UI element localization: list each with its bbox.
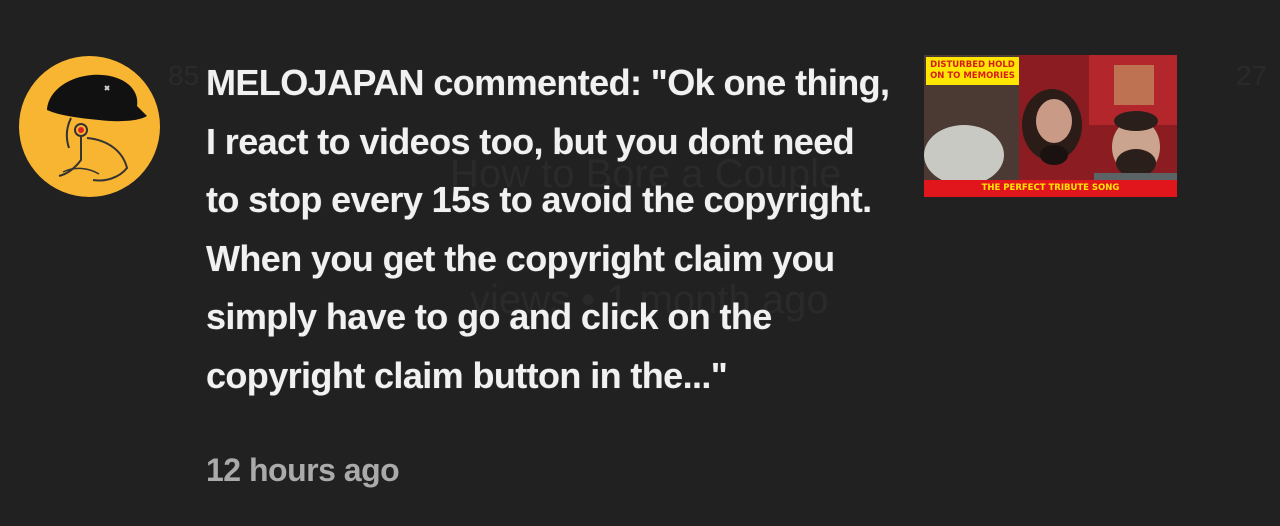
comment-text: MELOJAPAN commented: "Ok one thing, I re… — [206, 62, 890, 396]
thumbnail-banner: THE PERFECT TRIBUTE SONG — [924, 180, 1177, 197]
background-count-right: 27 — [1236, 60, 1268, 91]
comment-timestamp[interactable]: 12 hours ago — [206, 452, 400, 489]
background-count-left: 85 — [168, 60, 200, 91]
avatar[interactable] — [19, 56, 160, 197]
avatar-cap-icon — [47, 74, 147, 182]
video-thumbnail[interactable]: DISTURBED HOLD ON TO MEMORIES THE PERFEC… — [924, 55, 1177, 197]
thumbnail-label: DISTURBED HOLD ON TO MEMORIES — [926, 57, 1019, 85]
